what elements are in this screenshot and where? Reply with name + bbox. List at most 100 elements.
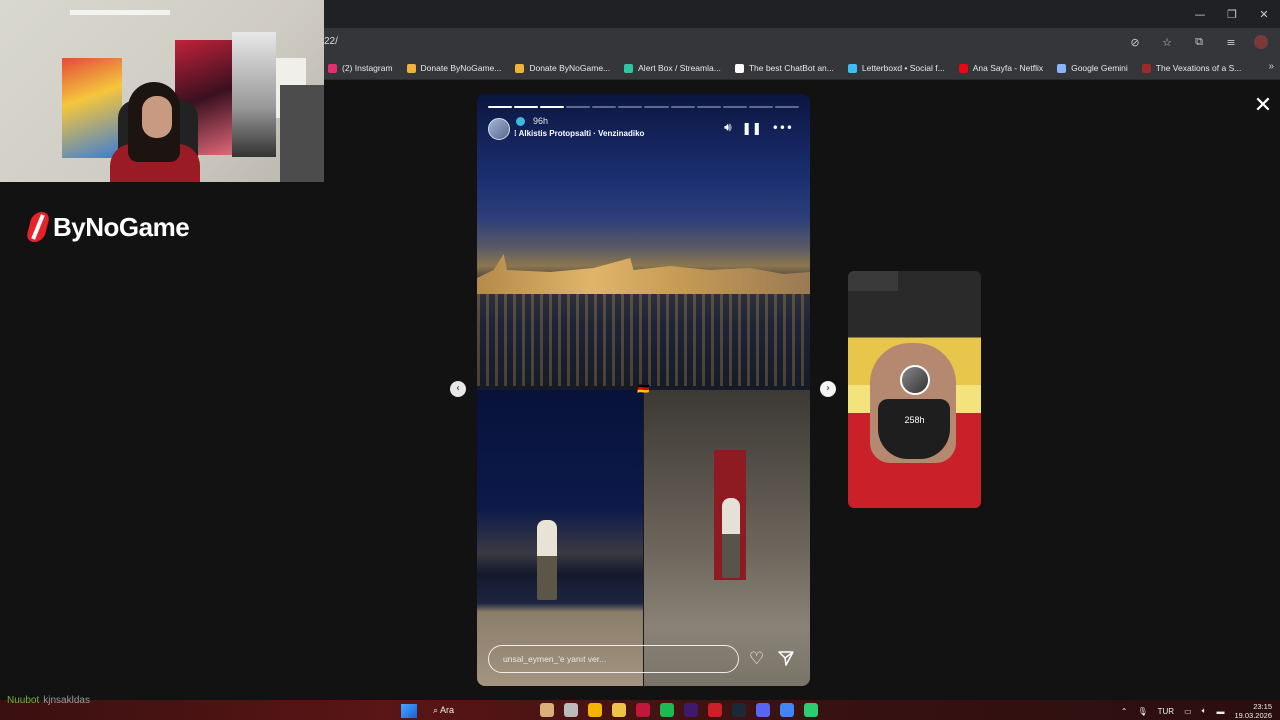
chat-message: kjnsakldas [43,695,90,706]
restore-icon[interactable]: ❐ [1216,0,1248,28]
streamer-face [142,96,172,138]
bookmark-favicon-icon [958,63,968,73]
chat-username: Nuubot [7,695,40,706]
progress-segment [488,106,513,108]
microphone-icon[interactable]: 🎙︎ [1137,707,1147,716]
chat-overlay: Nuubot kjnsakldas [7,695,90,706]
bookmark-item[interactable]: Google Gemini [1057,63,1128,73]
bookmark-label: Donate ByNoGame... [420,63,502,73]
poster [232,32,276,157]
discord-icon[interactable] [756,703,770,717]
previous-story-button[interactable]: ‹ [450,381,466,397]
url-text[interactable]: 22/ [324,36,338,47]
story-controls: 🔊︎ ❚❚ ••• [724,120,793,135]
eye-off-icon[interactable]: ⊘ [1126,33,1144,51]
taskbar-search-label: Ara [440,705,455,715]
logo-text: ByNoGame [53,211,190,242]
progress-segment [696,106,721,108]
clock[interactable]: 23:15 19.03.2026 [1234,702,1272,720]
screen: — ❐ ✕ 22/ ⊘ ☆ ⧉ ≡ (2) Instagram Donate By… [0,0,1280,720]
spotify-icon[interactable] [660,703,674,717]
more-options-icon[interactable]: ••• [772,121,793,135]
bookmark-item[interactable]: (2) Instagram [328,63,393,73]
star-icon[interactable]: ☆ [1158,33,1176,51]
globe-icon [516,117,525,126]
bookmark-item[interactable]: The Vexations of a S... [1141,63,1242,73]
chrome-icon[interactable] [588,703,602,717]
bynogame-logo: ByNoGame [26,210,190,244]
chevron-up-icon[interactable]: ⌃ [1121,707,1128,716]
story-image-lakeside [477,390,643,686]
bookmark-item[interactable]: Alert Box / Streamla... [624,63,721,73]
search-icon: ⌕ [433,705,441,715]
after-effects-icon[interactable] [684,703,698,717]
language-indicator[interactable]: TUR [1158,707,1174,716]
bookmark-favicon-icon [847,63,857,73]
volume-icon[interactable]: 🔈︎ [1202,706,1207,716]
media-icon[interactable]: ≡ [1222,33,1240,51]
windows-start-icon[interactable] [401,704,417,718]
clock-date: 19.03.2026 [1234,711,1272,720]
avatar[interactable] [488,118,510,140]
bookmark-item[interactable]: Donate ByNoGame... [515,63,610,73]
avatar [900,365,930,395]
app-icon[interactable] [708,703,722,717]
bookmark-label: (2) Instagram [342,63,393,73]
close-window-icon[interactable]: ✕ [1248,0,1280,28]
minimize-icon[interactable]: — [1184,0,1216,28]
bookmark-label: The Vexations of a S... [1155,63,1242,73]
extensions-icon[interactable]: ⧉ [1190,33,1208,51]
bookmark-item[interactable]: Letterboxd • Social f... [847,63,945,73]
next-story-time: 258h [904,415,925,425]
pause-icon[interactable]: ❚❚ [742,121,762,135]
story-image-city-night [477,94,810,390]
taskbar-search[interactable]: ⌕ Ara [433,705,454,716]
address-icons: ⊘ ☆ ⧉ ≡ [1126,33,1268,51]
progress-segment [540,106,565,108]
bookmark-favicon-icon [328,63,337,73]
app-icon[interactable] [540,703,554,717]
story-viewer[interactable]: 🇩🇪 96h ⁞ Alkistis Protopsalti · Venzinad… [477,94,810,686]
next-story-preview[interactable]: 258h [848,271,981,508]
heart-icon[interactable]: ♡ [749,649,764,669]
bookmark-item[interactable]: The best ChatBot an... [734,63,834,73]
bookmark-favicon-icon [734,63,744,73]
streamer [110,82,200,182]
folder-icon[interactable] [612,703,626,717]
bookmark-item[interactable]: Ana Sayfa - Netflix [958,63,1043,73]
progress-segment [566,106,591,108]
bookmarks-more-icon[interactable]: » [1268,61,1274,72]
app-icon[interactable] [804,703,818,717]
taskbar-apps [540,703,818,717]
bookmark-favicon-icon [515,63,525,73]
story-progress-bar [488,106,799,108]
steam-icon[interactable] [732,703,746,717]
story-music[interactable]: ⁞ Alkistis Protopsalti · Venzinadiko [514,129,644,138]
profile-avatar[interactable] [1254,35,1268,49]
clock-time: 23:15 [1253,702,1272,711]
flag-sticker: 🇩🇪 [637,384,650,395]
water-reflection [477,294,810,386]
window-controls: — ❐ ✕ [1184,0,1280,28]
bookmark-favicon-icon [406,63,416,73]
story-time: 96h [533,116,549,126]
volume-icon[interactable]: 🔊︎ [724,120,732,135]
network-icon[interactable]: ▭ [1184,707,1192,716]
bookmark-item[interactable]: Donate ByNoGame... [406,63,502,73]
close-icon[interactable]: ✕ [1252,95,1274,117]
next-story-button[interactable]: › [820,381,836,397]
system-tray: ⌃ 🎙︎ TUR ▭ 🔈︎ ▬ 23:15 19.03.2026 [1121,702,1272,720]
battery-icon[interactable]: ▬ [1216,707,1224,716]
story-image-phonebox [644,390,810,686]
bookmark-favicon-icon [1057,63,1067,73]
reply-input[interactable]: unsal_eymen_'e yanıt ver... [488,645,739,673]
progress-segment [592,106,617,108]
progress-segment [618,106,643,108]
app-icon[interactable] [636,703,650,717]
browser-icon[interactable] [780,703,794,717]
progress-segment [670,106,695,108]
app-icon[interactable] [564,703,578,717]
preview-face-mask [878,399,950,459]
windows-taskbar: ⌕ Ara ⌃ 🎙︎ TUR ▭ 🔈︎ ▬ 23:15 19.03.2026 [0,700,1280,720]
send-icon[interactable] [777,649,795,667]
